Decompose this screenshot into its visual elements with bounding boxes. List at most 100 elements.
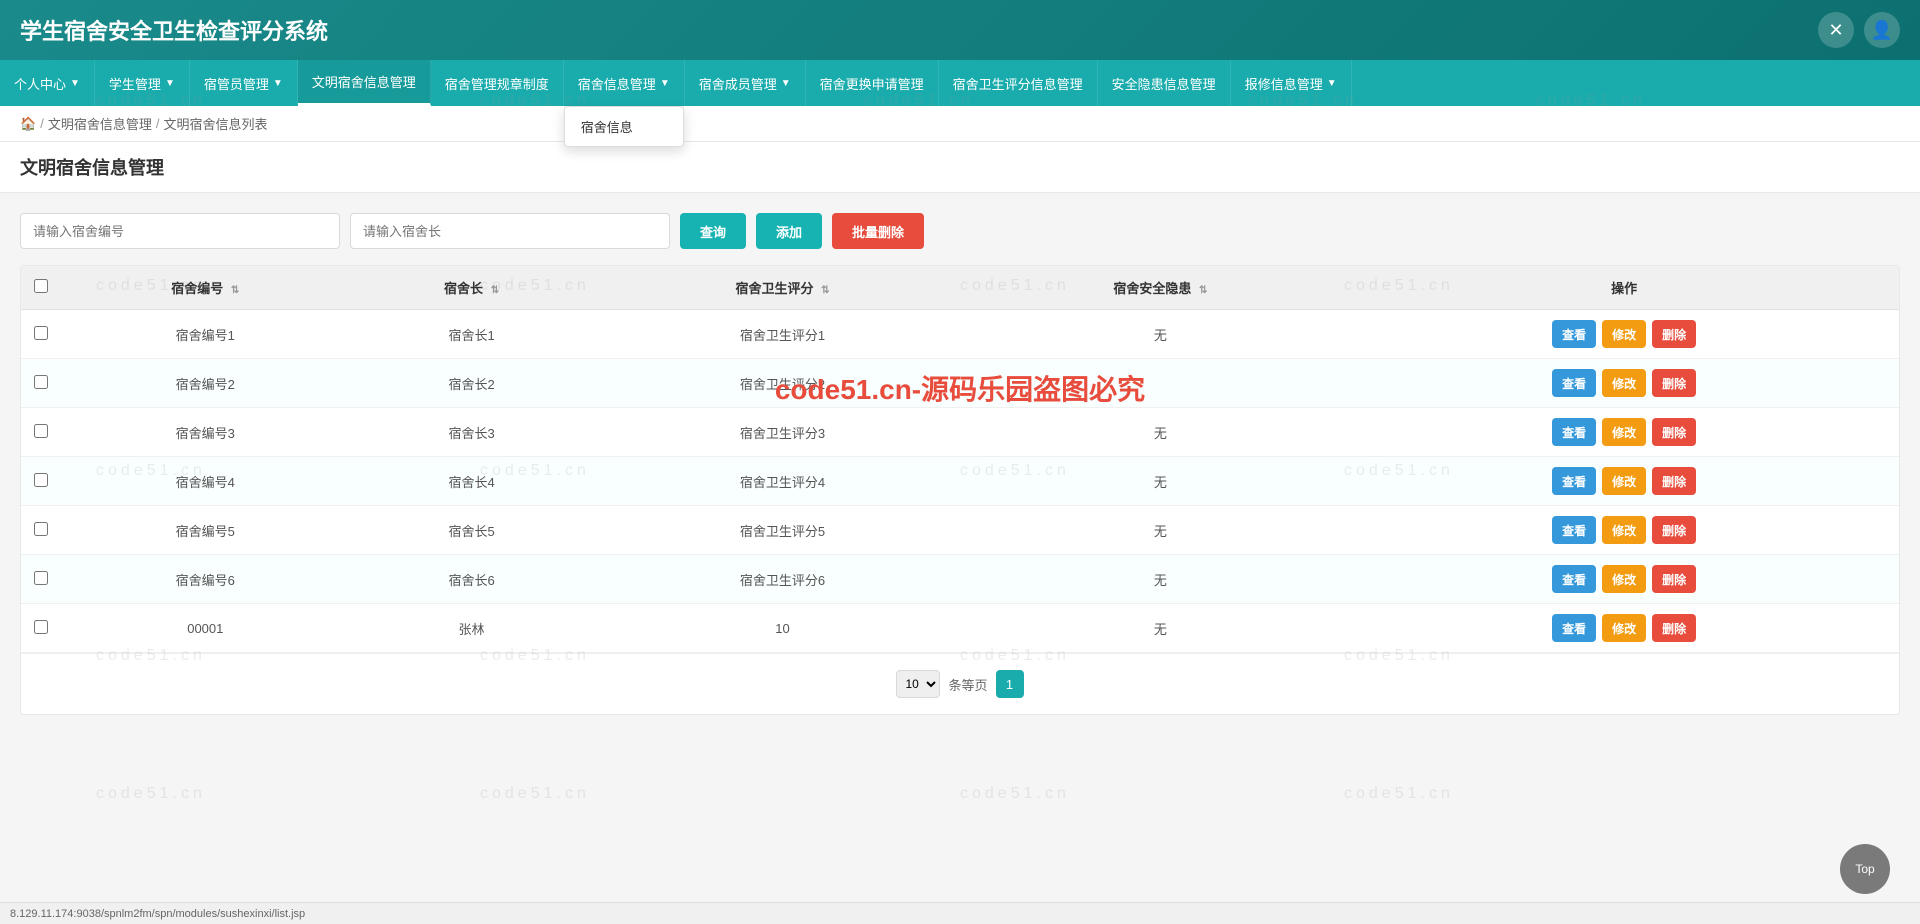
sort-icon-dorm-no[interactable]: ⇅ bbox=[231, 285, 239, 296]
delete-button-5[interactable]: 删除 bbox=[1652, 565, 1696, 593]
edit-button-2[interactable]: 修改 bbox=[1602, 418, 1646, 446]
nav-item-hazard[interactable]: 安全隐患信息管理 bbox=[1098, 60, 1231, 106]
cell-hazard-1 bbox=[971, 359, 1349, 408]
row-checkbox-1[interactable] bbox=[34, 375, 48, 389]
row-checkbox-6[interactable] bbox=[34, 620, 48, 634]
top-button[interactable]: Top bbox=[1840, 844, 1890, 894]
cell-head-1: 宿舍长2 bbox=[350, 359, 594, 408]
view-button-6[interactable]: 查看 bbox=[1552, 614, 1596, 642]
col-head: 宿舍长 ⇅ bbox=[350, 266, 594, 310]
cell-hazard-4: 无 bbox=[971, 506, 1349, 555]
batch-delete-button[interactable]: 批量删除 bbox=[832, 213, 924, 249]
edit-button-6[interactable]: 修改 bbox=[1602, 614, 1646, 642]
row-checkbox-cell bbox=[21, 604, 61, 653]
search-input-dorm-no[interactable] bbox=[20, 213, 340, 249]
nav-item-civildorm[interactable]: 文明宿舍信息管理 bbox=[298, 60, 431, 106]
cell-ops-3: 查看 修改 删除 bbox=[1349, 457, 1899, 506]
delete-button-2[interactable]: 删除 bbox=[1652, 418, 1696, 446]
cell-ops-4: 查看 修改 删除 bbox=[1349, 506, 1899, 555]
nav-item-dorm-info[interactable]: 宿舍信息管理 ▼ 宿舍信息 bbox=[564, 60, 685, 106]
nav-arrow-personal: ▼ bbox=[70, 78, 80, 89]
cell-dorm-no-2: 宿舍编号3 bbox=[61, 408, 350, 457]
nav-label-transfer: 宿舍更换申请管理 bbox=[820, 74, 924, 93]
breadcrumb-home[interactable]: 🏠 bbox=[20, 116, 36, 132]
table-row: 宿舍编号1 宿舍长1 宿舍卫生评分1 无 查看 修改 删除 bbox=[21, 310, 1899, 359]
cell-score-1: 宿舍卫生评分2 bbox=[594, 359, 972, 408]
nav-item-repair[interactable]: 报修信息管理 ▼ bbox=[1231, 60, 1352, 106]
watermark-20: code51.cn bbox=[1344, 785, 1454, 803]
row-checkbox-4[interactable] bbox=[34, 522, 48, 536]
page-size-select[interactable]: 10 20 50 bbox=[896, 670, 940, 698]
edit-button-3[interactable]: 修改 bbox=[1602, 467, 1646, 495]
row-checkbox-0[interactable] bbox=[34, 326, 48, 340]
add-button[interactable]: 添加 bbox=[756, 213, 822, 249]
nav-item-personal[interactable]: 个人中心 ▼ bbox=[0, 60, 95, 106]
header-icons: ✕ 👤 bbox=[1818, 12, 1900, 48]
watermark-18: code51.cn bbox=[480, 785, 590, 803]
view-button-1[interactable]: 查看 bbox=[1552, 369, 1596, 397]
search-input-head[interactable] bbox=[350, 213, 670, 249]
delete-button-1[interactable]: 删除 bbox=[1652, 369, 1696, 397]
nav-label-repair: 报修信息管理 bbox=[1245, 74, 1323, 93]
table-header-row: 宿舍编号 ⇅ 宿舍长 ⇅ 宿舍卫生评分 ⇅ 宿舍安全隐患 ⇅ bbox=[21, 266, 1899, 310]
pagination-bar: 10 20 50 条等页 1 bbox=[21, 653, 1899, 714]
cell-score-6: 10 bbox=[594, 604, 972, 653]
select-all-checkbox[interactable] bbox=[34, 279, 48, 293]
sort-icon-hazard[interactable]: ⇅ bbox=[1199, 285, 1207, 296]
cell-dorm-no-5: 宿舍编号6 bbox=[61, 555, 350, 604]
nav-item-hygiene[interactable]: 宿舍卫生评分信息管理 bbox=[939, 60, 1098, 106]
close-icon-btn[interactable]: ✕ bbox=[1818, 12, 1854, 48]
cell-ops-0: 查看 修改 删除 bbox=[1349, 310, 1899, 359]
cell-hazard-5: 无 bbox=[971, 555, 1349, 604]
table-row: 00001 张林 10 无 查看 修改 删除 bbox=[21, 604, 1899, 653]
cell-score-4: 宿舍卫生评分5 bbox=[594, 506, 972, 555]
nav-item-transfer[interactable]: 宿舍更换申请管理 bbox=[806, 60, 939, 106]
cell-hazard-6: 无 bbox=[971, 604, 1349, 653]
view-button-2[interactable]: 查看 bbox=[1552, 418, 1596, 446]
edit-button-5[interactable]: 修改 bbox=[1602, 565, 1646, 593]
nav-label-members: 宿舍成员管理 bbox=[699, 74, 777, 93]
table-row: 宿舍编号3 宿舍长3 宿舍卫生评分3 无 查看 修改 删除 bbox=[21, 408, 1899, 457]
delete-button-0[interactable]: 删除 bbox=[1652, 320, 1696, 348]
page-1-button[interactable]: 1 bbox=[996, 670, 1024, 698]
table-row: 宿舍编号2 宿舍长2 宿舍卫生评分2 查看 修改 删除 bbox=[21, 359, 1899, 408]
view-button-0[interactable]: 查看 bbox=[1552, 320, 1596, 348]
row-checkbox-cell bbox=[21, 310, 61, 359]
view-button-3[interactable]: 查看 bbox=[1552, 467, 1596, 495]
nav-label-rules: 宿舍管理规章制度 bbox=[445, 74, 549, 93]
edit-button-0[interactable]: 修改 bbox=[1602, 320, 1646, 348]
nav-label-staff: 宿管员管理 bbox=[204, 74, 269, 93]
edit-button-4[interactable]: 修改 bbox=[1602, 516, 1646, 544]
cell-dorm-no-6: 00001 bbox=[61, 604, 350, 653]
nav-item-rules[interactable]: 宿舍管理规章制度 bbox=[431, 60, 564, 106]
nav-arrow-dorm-info: ▼ bbox=[660, 78, 670, 89]
sort-icon-head[interactable]: ⇅ bbox=[491, 285, 499, 296]
cell-dorm-no-4: 宿舍编号5 bbox=[61, 506, 350, 555]
cell-score-3: 宿舍卫生评分4 bbox=[594, 457, 972, 506]
user-icon-btn[interactable]: 👤 bbox=[1864, 12, 1900, 48]
sort-icon-score[interactable]: ⇅ bbox=[821, 285, 829, 296]
nav-item-student[interactable]: 学生管理 ▼ bbox=[95, 60, 190, 106]
cell-dorm-no-0: 宿舍编号1 bbox=[61, 310, 350, 359]
nav-item-staff[interactable]: 宿管员管理 ▼ bbox=[190, 60, 298, 106]
view-button-4[interactable]: 查看 bbox=[1552, 516, 1596, 544]
cell-hazard-0: 无 bbox=[971, 310, 1349, 359]
table-container: 宿舍编号 ⇅ 宿舍长 ⇅ 宿舍卫生评分 ⇅ 宿舍安全隐患 ⇅ bbox=[20, 265, 1900, 715]
dropdown-item-dorm[interactable]: 宿舍信息 bbox=[565, 107, 683, 146]
per-page-label: 条等页 bbox=[948, 675, 987, 694]
row-checkbox-5[interactable] bbox=[34, 571, 48, 585]
cell-head-0: 宿舍长1 bbox=[350, 310, 594, 359]
view-button-5[interactable]: 查看 bbox=[1552, 565, 1596, 593]
cell-score-0: 宿舍卫生评分1 bbox=[594, 310, 972, 359]
delete-button-6[interactable]: 删除 bbox=[1652, 614, 1696, 642]
nav-label-dorm-info: 宿舍信息管理 bbox=[578, 74, 656, 93]
row-checkbox-3[interactable] bbox=[34, 473, 48, 487]
delete-button-4[interactable]: 删除 bbox=[1652, 516, 1696, 544]
nav-item-members[interactable]: 宿舍成员管理 ▼ bbox=[685, 60, 806, 106]
edit-button-1[interactable]: 修改 bbox=[1602, 369, 1646, 397]
query-button[interactable]: 查询 bbox=[680, 213, 746, 249]
row-checkbox-2[interactable] bbox=[34, 424, 48, 438]
delete-button-3[interactable]: 删除 bbox=[1652, 467, 1696, 495]
cell-score-5: 宿舍卫生评分6 bbox=[594, 555, 972, 604]
table-row: 宿舍编号6 宿舍长6 宿舍卫生评分6 无 查看 修改 删除 bbox=[21, 555, 1899, 604]
